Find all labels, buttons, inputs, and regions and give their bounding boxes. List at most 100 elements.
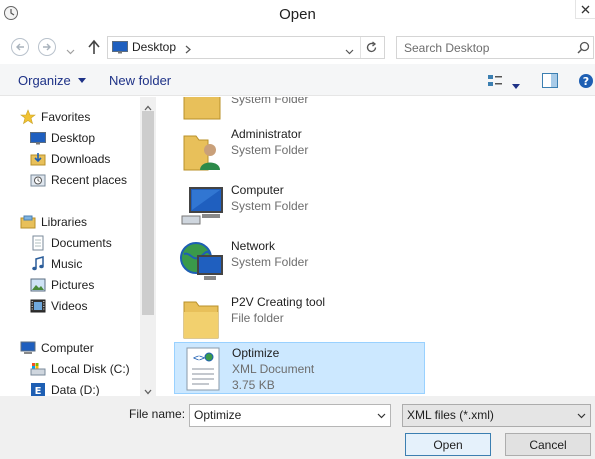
back-button[interactable]	[11, 38, 29, 56]
cancel-button[interactable]: Cancel	[505, 433, 591, 456]
folder-icon	[183, 301, 219, 339]
nav-item-recent-places[interactable]: Recent places	[30, 170, 127, 190]
search-icon[interactable]	[577, 41, 590, 54]
file-item-administrator[interactable]: Administrator System Folder	[174, 124, 424, 176]
file-type: System Folder	[231, 143, 309, 157]
music-icon	[32, 256, 44, 271]
computer-icon	[181, 187, 223, 225]
computer-icon	[20, 341, 36, 354]
view-options-dropdown-icon[interactable]	[512, 78, 520, 89]
scroll-up-icon[interactable]	[144, 100, 152, 111]
breadcrumb-chevron-icon[interactable]	[185, 43, 191, 54]
nav-item-downloads[interactable]: Downloads	[30, 149, 110, 169]
file-item-optimize[interactable]: <> Optimize XML Document 3.75 KB	[174, 342, 425, 394]
open-button-label: Open	[433, 437, 463, 452]
user-folder-icon	[183, 135, 220, 171]
search-box[interactable]: Search Desktop	[396, 36, 594, 59]
file-type-select[interactable]: XML files (*.xml)	[402, 404, 591, 427]
help-icon[interactable]: ?	[578, 73, 594, 89]
window-title: Open	[279, 6, 316, 23]
new-folder-button[interactable]: New folder	[109, 73, 171, 88]
file-item-p2v-creating-tool[interactable]: P2V Creating tool File folder	[174, 292, 424, 344]
command-toolbar	[0, 64, 595, 96]
file-name-value[interactable]: Optimize	[194, 408, 241, 422]
nav-item-label: Videos	[51, 299, 88, 313]
nav-computer-label: Computer	[41, 341, 94, 355]
file-size: 3.75 KB	[232, 378, 275, 392]
preview-pane-icon[interactable]	[542, 73, 558, 88]
file-type-dropdown-icon[interactable]	[577, 413, 586, 419]
address-dropdown-icon[interactable]	[345, 44, 354, 55]
file-type-value[interactable]: XML files (*.xml)	[407, 408, 494, 422]
organize-button[interactable]: Organize	[18, 73, 86, 88]
file-name-input[interactable]: Optimize	[189, 404, 391, 427]
open-button[interactable]: Open	[405, 433, 491, 456]
nav-item-label: Downloads	[51, 152, 111, 166]
nav-libraries-label: Libraries	[41, 215, 88, 229]
address-bar[interactable]: Desktop	[107, 36, 385, 59]
nav-item-label: Local Disk (C:)	[51, 362, 130, 376]
file-item-computer[interactable]: Computer System Folder	[174, 180, 424, 232]
organize-dropdown-icon	[77, 78, 86, 83]
star-icon	[20, 109, 36, 125]
desktop-icon	[112, 41, 128, 54]
nav-item-label: Documents	[51, 236, 112, 250]
downloads-icon	[30, 153, 46, 166]
nav-favorites-label: Favorites	[41, 110, 91, 124]
nav-item-label: Music	[51, 257, 83, 271]
file-type: System Folder	[231, 97, 309, 106]
close-button[interactable]	[575, 0, 595, 19]
forward-button[interactable]	[38, 38, 56, 56]
file-name: P2V Creating tool	[231, 295, 326, 309]
change-view-icon[interactable]	[487, 73, 503, 89]
pictures-icon	[30, 278, 46, 292]
forward-arrow-icon	[43, 43, 51, 51]
nav-libraries[interactable]: Libraries	[20, 212, 87, 232]
nav-item-music[interactable]: Music	[30, 254, 82, 274]
address-divider	[360, 37, 361, 58]
new-folder-label: New folder	[109, 73, 172, 88]
cancel-button-label: Cancel	[529, 437, 567, 452]
svg-text:<>: <>	[193, 353, 205, 364]
nav-favorites[interactable]: Favorites	[20, 107, 90, 127]
nav-item-label: Recent places	[51, 173, 128, 187]
address-location[interactable]: Desktop	[132, 40, 176, 54]
svg-text:E: E	[35, 386, 42, 396]
up-button[interactable]	[87, 39, 101, 55]
recent-places-icon	[30, 174, 46, 187]
scroll-down-icon[interactable]	[144, 384, 152, 395]
file-list: System Folder Administrator System Folde…	[157, 97, 595, 396]
navigation-pane: Favorites Desktop Downloads Recent place…	[0, 97, 156, 396]
back-arrow-icon	[16, 43, 24, 51]
up-arrow-icon	[88, 39, 100, 54]
file-item-system-folder-partial[interactable]: System Folder	[174, 97, 424, 125]
nav-item-label: Desktop	[51, 131, 96, 145]
desktop-icon	[30, 132, 46, 145]
nav-item-desktop[interactable]: Desktop	[30, 128, 95, 148]
nav-item-local-disk[interactable]: Local Disk (C:)	[30, 359, 130, 379]
local-disk-icon	[30, 363, 46, 376]
network-icon	[180, 242, 223, 280]
recent-locations-chevron-icon[interactable]	[66, 44, 75, 55]
search-placeholder[interactable]: Search Desktop	[404, 41, 489, 55]
xml-document-icon: <>	[186, 347, 220, 391]
organize-label: Organize	[18, 73, 71, 88]
file-name: Computer	[231, 183, 284, 197]
refresh-icon[interactable]	[365, 41, 378, 54]
navigation-scroll-thumb[interactable]	[142, 111, 154, 315]
libraries-icon	[20, 215, 36, 229]
file-name-dropdown-icon[interactable]	[377, 413, 386, 419]
file-item-network[interactable]: Network System Folder	[174, 236, 424, 288]
nav-computer[interactable]: Computer	[20, 338, 94, 358]
nav-item-pictures[interactable]: Pictures	[30, 275, 94, 295]
nav-item-data-drive[interactable]: E Data (D:)	[30, 380, 100, 396]
nav-item-videos[interactable]: Videos	[30, 296, 87, 316]
file-type: System Folder	[231, 255, 309, 269]
videos-icon	[30, 299, 46, 313]
nav-item-documents[interactable]: Documents	[30, 233, 112, 253]
file-type: File folder	[231, 311, 284, 325]
svg-text:?: ?	[583, 75, 589, 88]
close-icon	[581, 5, 590, 13]
navigation-scrollbar[interactable]	[140, 97, 156, 396]
file-name: Network	[231, 239, 276, 253]
